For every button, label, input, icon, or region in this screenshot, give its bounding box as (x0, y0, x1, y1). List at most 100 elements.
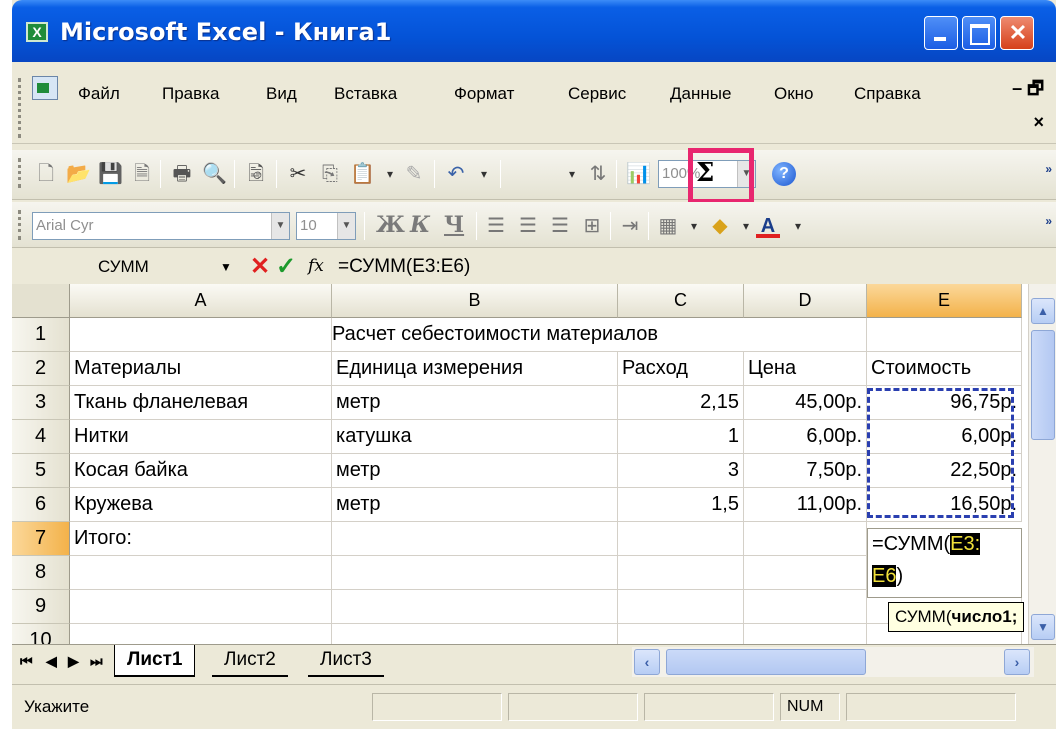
format-painter-icon[interactable]: ✎ (402, 162, 426, 186)
column-header-a[interactable]: A (70, 284, 332, 318)
row-header[interactable]: 8 (12, 556, 70, 590)
font-name-combo[interactable]: Arial Cyr ▼ (32, 212, 290, 240)
menu-insert[interactable]: Вставка (334, 84, 397, 104)
cell-c2[interactable]: Расход (618, 352, 744, 386)
new-icon[interactable]: 🗋 (34, 162, 58, 186)
cell[interactable] (332, 624, 618, 644)
cell[interactable] (332, 556, 618, 590)
table-row-price[interactable]: 6,00р. (744, 420, 867, 454)
scroll-right-icon[interactable]: › (1004, 649, 1030, 675)
table-row-material[interactable]: Ткань фланелевая (70, 386, 332, 420)
menu-data[interactable]: Данные (670, 84, 731, 104)
scroll-down-icon[interactable]: ▼ (1031, 614, 1055, 640)
undo-dropdown-icon[interactable]: ▾ (472, 162, 496, 186)
cell[interactable] (867, 318, 1022, 352)
row-header[interactable]: 3 (12, 386, 70, 420)
menu-format[interactable]: Формат (454, 84, 514, 104)
sort-ascending-icon[interactable]: ⇅ (586, 162, 610, 186)
font-name-dropdown-icon[interactable]: ▼ (271, 213, 289, 239)
close-button[interactable] (1000, 16, 1035, 50)
menu-window[interactable]: Окно (774, 84, 814, 104)
toolbar-options-chevron-icon[interactable]: » (1045, 162, 1052, 176)
cell[interactable] (744, 318, 867, 352)
row-header[interactable]: 6 (12, 488, 70, 522)
align-center-icon[interactable]: ☰ (516, 214, 540, 238)
insert-function-icon[interactable]: fx (308, 256, 324, 276)
menu-edit[interactable]: Правка (162, 84, 219, 104)
active-cell-editor[interactable]: =СУММ(E3: E6) (867, 528, 1022, 598)
cell[interactable] (70, 624, 332, 644)
table-row-material[interactable]: Косая байка (70, 454, 332, 488)
cell[interactable] (70, 318, 332, 352)
table-row-usage[interactable]: 2,15 (618, 386, 744, 420)
align-right-icon[interactable]: ☰ (548, 214, 572, 238)
table-row-material[interactable]: Нитки (70, 420, 332, 454)
row-header[interactable]: 4 (12, 420, 70, 454)
select-all-button[interactable] (12, 284, 70, 318)
tooltip-argument[interactable]: число1; (952, 607, 1018, 626)
last-sheet-icon[interactable]: ⏭ (90, 653, 103, 670)
table-row-usage[interactable]: 1,5 (618, 488, 744, 522)
name-box-dropdown-icon[interactable]: ▼ (220, 260, 232, 274)
next-sheet-icon[interactable]: ▶ (68, 653, 79, 670)
cell[interactable] (744, 590, 867, 624)
toolbar-grip[interactable] (18, 210, 21, 240)
fill-color-icon[interactable]: ◆ (708, 214, 732, 238)
menu-help[interactable]: Справка (854, 84, 921, 104)
copy-icon[interactable]: ⎘ (318, 162, 342, 186)
column-header-e[interactable]: E (867, 284, 1022, 318)
table-row-usage[interactable]: 1 (618, 420, 744, 454)
sheet-tab-2[interactable]: Лист2 (212, 645, 288, 677)
table-row-price[interactable]: 7,50р. (744, 454, 867, 488)
prev-sheet-icon[interactable]: ◀ (46, 653, 57, 670)
column-header-b[interactable]: B (332, 284, 618, 318)
menu-file[interactable]: Файл (78, 84, 120, 104)
borders-icon[interactable]: ▦ (656, 214, 680, 238)
bold-button[interactable]: Ж (376, 212, 405, 238)
sheet-tab-1[interactable]: Лист1 (114, 645, 196, 677)
cell-a2[interactable]: Материалы (70, 352, 332, 386)
row-header[interactable]: 5 (12, 454, 70, 488)
vertical-scrollbar[interactable]: ▲ ▼ (1028, 284, 1056, 644)
row-header[interactable]: 9 (12, 590, 70, 624)
row-header[interactable]: 2 (12, 352, 70, 386)
fill-color-dropdown-icon[interactable]: ▾ (734, 214, 758, 238)
cell[interactable] (618, 624, 744, 644)
table-row-unit[interactable]: метр (332, 488, 618, 522)
cell[interactable] (332, 590, 618, 624)
italic-button[interactable]: К (410, 212, 430, 238)
horizontal-scroll-thumb[interactable] (666, 649, 866, 675)
title-bar[interactable]: X Microsoft Excel - Книга1 (12, 0, 1056, 62)
table-row-material[interactable]: Кружева (70, 488, 332, 522)
cell-d2[interactable]: Цена (744, 352, 867, 386)
cell[interactable] (618, 590, 744, 624)
cell[interactable] (70, 556, 332, 590)
row-header-active[interactable]: 7 (12, 522, 70, 556)
doc-close-icon[interactable]: × (1033, 112, 1044, 133)
menu-tools[interactable]: Сервис (568, 84, 626, 104)
autosum-dropdown-icon[interactable]: ▾ (560, 162, 584, 186)
save-icon[interactable]: 💾 (98, 162, 123, 186)
cut-icon[interactable]: ✂ (286, 162, 310, 186)
column-header-d[interactable]: D (744, 284, 867, 318)
table-row-cost[interactable]: 6,00р. (867, 420, 1022, 454)
column-header-c[interactable]: C (618, 284, 744, 318)
horizontal-scrollbar[interactable]: ‹ › (632, 647, 1034, 677)
paste-dropdown-icon[interactable]: ▾ (378, 162, 402, 186)
menu-view[interactable]: Вид (266, 84, 297, 104)
spelling-icon[interactable]: 🗟 (244, 162, 268, 186)
table-row-cost[interactable]: 16,50р. (867, 488, 1022, 522)
undo-icon[interactable]: ↶ (444, 162, 468, 186)
toolbar-grip[interactable] (18, 158, 21, 188)
vertical-scroll-thumb[interactable] (1031, 330, 1055, 440)
print-icon[interactable]: 🖶 (170, 162, 194, 186)
table-row-unit[interactable]: катушка (332, 420, 618, 454)
print-preview-icon[interactable]: 🔍 (202, 162, 227, 186)
table-row-cost[interactable]: 96,75р. (867, 386, 1022, 420)
autosum-button[interactable]: Σ (696, 158, 714, 188)
cell[interactable] (618, 556, 744, 590)
scroll-up-icon[interactable]: ▲ (1031, 298, 1055, 324)
underline-button[interactable]: Ч (444, 212, 464, 238)
font-size-dropdown-icon[interactable]: ▼ (337, 213, 355, 239)
excel-icon[interactable]: X (26, 22, 48, 42)
